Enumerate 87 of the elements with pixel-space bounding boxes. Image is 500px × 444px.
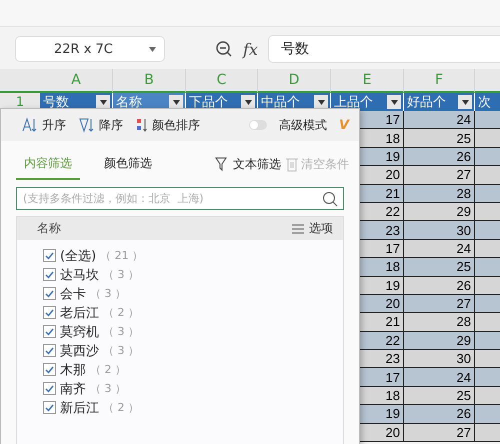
table-cell: 26 [404, 148, 475, 166]
filter-dropdown-button[interactable] [387, 95, 401, 109]
tab[interactable]: 颜色筛选 [96, 148, 160, 180]
sort-ascending-icon [21, 117, 39, 133]
column-header: A [40, 69, 113, 93]
table-cell: 24 [404, 368, 475, 387]
item-count: （ 2 ） [103, 400, 139, 415]
search-icon [322, 191, 338, 207]
table-cell: 30 [404, 221, 475, 240]
item-count: （ 3 ） [90, 381, 126, 396]
column-header: F [404, 69, 475, 93]
table-cell: 28 [404, 313, 475, 332]
filter-dropdown-button[interactable] [169, 95, 183, 109]
filter-dropdown-button[interactable] [96, 95, 110, 109]
options-button[interactable]: 选项 [291, 220, 333, 237]
sort-descending-icon [78, 117, 96, 133]
item-name: 南齐 [60, 380, 86, 398]
table-cell: 26 [404, 405, 475, 424]
header-cell: 好品个 [404, 93, 475, 111]
toggle-switch[interactable] [248, 120, 267, 130]
item-count: （ 3 ） [103, 267, 139, 282]
column-header: C [186, 69, 258, 93]
header-cell: 次 [475, 93, 500, 111]
column-header: B [113, 69, 186, 93]
item-name: 莫西沙 [60, 342, 99, 360]
caret-icon [390, 100, 398, 104]
menu-icon [291, 222, 305, 234]
table-cell: 24 [404, 111, 475, 130]
caret-icon [172, 100, 180, 104]
item-count: （ 2 ） [103, 305, 139, 320]
item-name: 莫窍机 [60, 324, 99, 340]
table-cell: 27 [404, 294, 475, 314]
checkbox[interactable] [43, 401, 56, 414]
toggle-label: 高级模式 [278, 116, 327, 134]
table-cell: 29 [404, 202, 475, 222]
caret-icon [100, 100, 106, 104]
sort-button[interactable]: 降序 [78, 116, 123, 134]
item-count: （ 3 ） [90, 286, 126, 301]
caret-icon [149, 46, 156, 52]
table-cell: 29 [404, 332, 475, 350]
table-cell: 27 [404, 424, 475, 442]
item-count: （ 2 ） [90, 362, 126, 377]
table-cell: 26 [404, 276, 475, 295]
sort-button[interactable]: 颜色排序 [135, 116, 200, 134]
checkbox[interactable] [43, 287, 56, 300]
caret-icon [462, 100, 468, 104]
color-sort-icon [135, 117, 149, 133]
table-cell: 28 [404, 184, 475, 203]
header-cell: 上品个 [331, 93, 404, 111]
item-name: 新后江 [60, 400, 99, 416]
item-name: (全选) [60, 248, 96, 264]
formula-field[interactable]: 号数 [268, 35, 500, 63]
caret-icon [244, 100, 252, 104]
table-cell: 25 [404, 386, 475, 406]
function-label: fx [243, 40, 258, 58]
checkbox[interactable] [43, 363, 56, 376]
filter-dropdown-button[interactable] [314, 95, 328, 109]
item-count: （ 21 ） [100, 248, 144, 263]
checkbox[interactable] [43, 306, 56, 319]
list-header-title: 名称 [37, 220, 61, 237]
column-header: E [331, 69, 404, 93]
checkbox[interactable] [43, 382, 56, 395]
checkbox[interactable] [43, 249, 56, 262]
item-name: 达马坎 [60, 266, 99, 284]
trash-icon [285, 156, 299, 172]
column-header: D [258, 69, 331, 93]
name-box[interactable]: 22R x 7C [15, 36, 165, 62]
item-name: 会卡 [60, 286, 86, 302]
text-filter-button[interactable]: 文本筛选 [215, 156, 281, 172]
sort-button[interactable]: 升序 [21, 116, 66, 134]
item-count: （ 3 ） [103, 343, 139, 358]
search-field[interactable]: (支持多条件过滤，例如：北京 上海) [16, 187, 344, 210]
checkbox[interactable] [43, 325, 56, 338]
filter-dropdown-button[interactable] [458, 95, 472, 109]
item-name: 木那 [60, 362, 86, 378]
item-name: 老后江 [60, 304, 99, 322]
checkbox[interactable] [43, 344, 56, 357]
zoom-icon [215, 40, 233, 58]
table-cell: 24 [404, 240, 475, 258]
table-cell: 30 [404, 350, 475, 368]
table-cell: 25 [404, 129, 475, 148]
table-cell: 27 [404, 166, 475, 185]
table-cell: 25 [404, 258, 475, 277]
caret-icon [318, 100, 324, 104]
filter-dropdown-button[interactable] [241, 95, 255, 109]
item-count: （ 3 ） [103, 324, 139, 339]
checkbox[interactable] [43, 268, 56, 281]
